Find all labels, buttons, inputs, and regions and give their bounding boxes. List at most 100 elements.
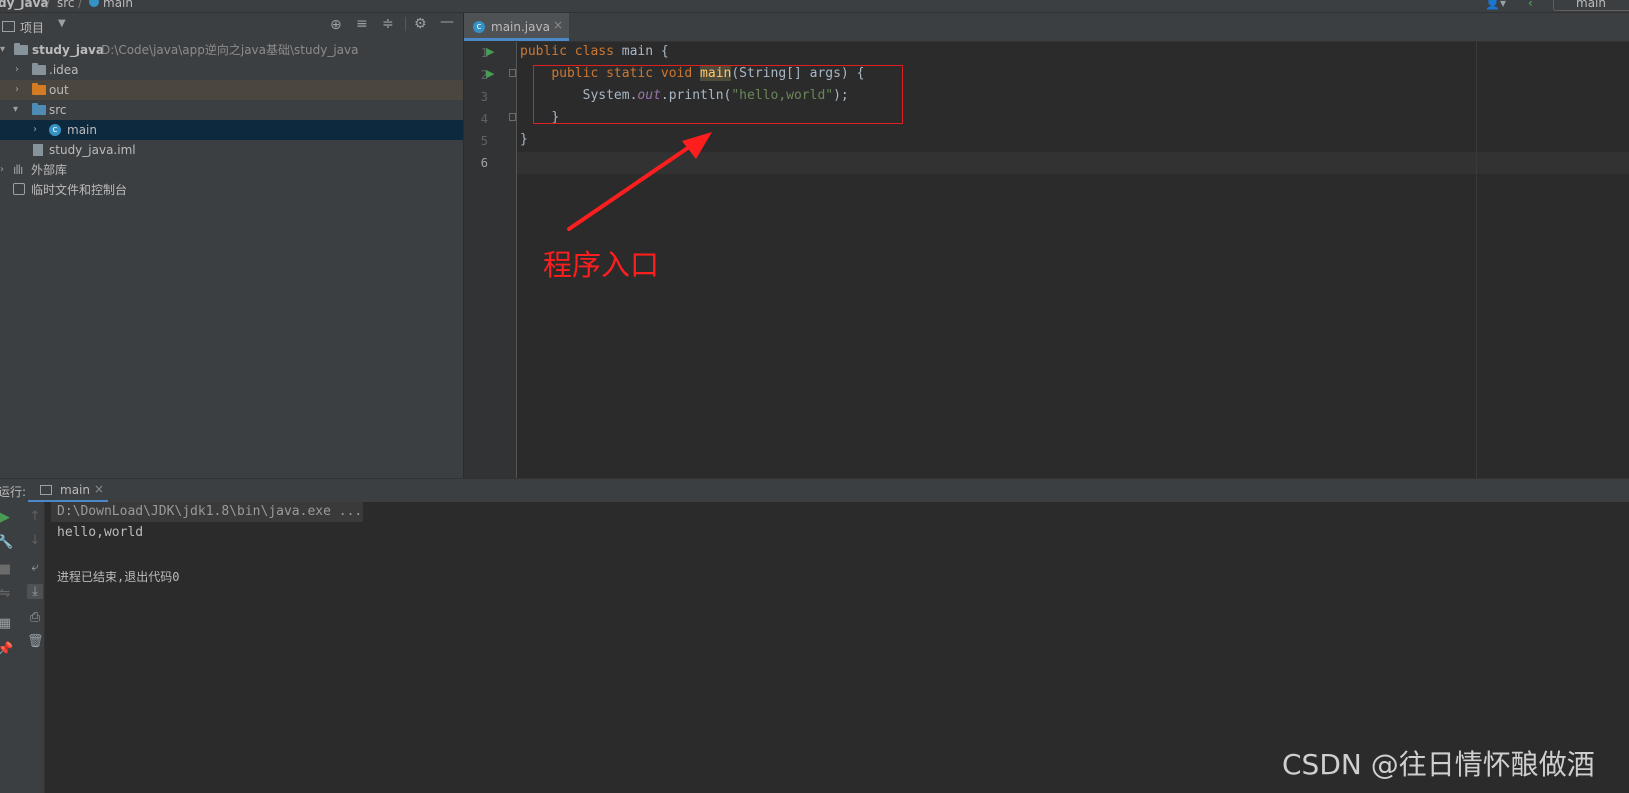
locate-icon[interactable]: ⊕ [330, 17, 342, 33]
run-panel-prefix: 运行: [0, 485, 27, 499]
chevron-down-icon[interactable]: ▾ [13, 100, 18, 120]
back-arrow-icon[interactable]: ‹ [1528, 0, 1533, 10]
run-tab-label: main [60, 483, 90, 497]
tab-main-java[interactable]: c main.java × [464, 13, 569, 41]
annotation-highlight-box [533, 65, 903, 124]
excluded-folder-icon [32, 83, 46, 95]
class-icon: c [49, 124, 61, 136]
chevron-right-icon[interactable]: › [15, 60, 19, 80]
folder-icon [32, 63, 46, 75]
project-folder-icon [14, 43, 28, 55]
line-number: 6 [480, 156, 488, 170]
tree-item-src[interactable]: ▾ src [0, 100, 463, 120]
line-number: 5 [480, 134, 488, 148]
breadcrumb-project[interactable]: dy_java [0, 0, 49, 10]
code-line-1: public class main { [520, 44, 669, 59]
class-icon: c [473, 21, 485, 33]
tree-item-label: out [49, 83, 69, 97]
tree-item-label: 外部库 [31, 163, 68, 177]
tree-item-project[interactable]: ▾ study_java D:\Code\java\app逆向之java基础\s… [0, 40, 463, 60]
library-icon: ıllı [13, 163, 23, 177]
project-panel-title[interactable]: 项目 [20, 19, 44, 36]
class-icon [89, 0, 99, 7]
line-number: 3 [480, 90, 488, 104]
tree-item-label: study_java [32, 43, 104, 57]
chevron-down-icon[interactable]: ▾ [0, 40, 5, 60]
tree-item-scratches[interactable]: 临时文件和控制台 [0, 180, 463, 200]
close-icon[interactable]: × [553, 18, 563, 32]
chevron-down-icon[interactable]: ▼ [58, 18, 66, 29]
gear-icon[interactable]: ⚙ [414, 16, 427, 32]
stop-icon[interactable]: ■ [0, 562, 13, 577]
run-left-toolbar: ▶ 🔧 ■ ⇋ ▦ 📌 [0, 502, 24, 793]
navigation-bar: dy_java / src / main 👤▾ ‹ main [0, 0, 1629, 13]
scratch-icon [13, 183, 25, 195]
toolbar-divider [405, 17, 406, 31]
code-line-5: } [520, 132, 528, 147]
tree-item-external-libraries[interactable]: › ıllı 外部库 [0, 160, 463, 180]
rerun-icon[interactable]: ▶ [0, 510, 13, 525]
console-line: 进程已结束,退出代码0 [57, 570, 180, 584]
brace: } [520, 132, 528, 147]
fold-icon[interactable] [509, 69, 516, 77]
console-icon [40, 485, 52, 495]
tree-item-label: .idea [49, 63, 79, 77]
class-name: main [621, 44, 654, 59]
chevron-right-icon[interactable]: › [0, 160, 4, 180]
editor-tab-bar: c main.java × [464, 13, 1629, 42]
annotation-arrow [567, 132, 712, 231]
annotation-label: 程序入口 [543, 248, 660, 282]
line-number: 1 [480, 46, 488, 60]
breadcrumb-separator: / [78, 0, 83, 10]
right-margin-guide [1476, 42, 1477, 478]
line-number: 4 [480, 112, 488, 126]
pin-icon[interactable]: 📌 [0, 642, 13, 657]
run-gutter-icon[interactable]: ▶ [486, 67, 494, 80]
wrench-icon[interactable]: 🔧 [0, 535, 13, 550]
breadcrumb-main[interactable]: main [103, 0, 133, 10]
tree-item-iml[interactable]: study_java.iml [0, 140, 463, 160]
run-tab-main[interactable]: main × [28, 479, 108, 503]
scroll-to-end-icon[interactable]: ⤓ [27, 584, 43, 599]
layout-icon[interactable]: ▦ [0, 616, 13, 631]
code-editor[interactable]: 1 2 3 4 5 6 ▶ ▶ public class main { publ… [464, 42, 1629, 478]
tree-item-path: D:\Code\java\app逆向之java基础\study_java [101, 43, 359, 57]
soft-wrap-icon[interactable]: ⤶ [27, 560, 43, 575]
collapse-all-icon[interactable]: ≑ [382, 16, 394, 32]
tree-item-out[interactable]: › out [0, 80, 463, 100]
editor-gutter: 1 2 3 4 5 6 ▶ ▶ [464, 42, 517, 478]
line-number: 2 [480, 68, 488, 82]
brace: { [660, 44, 669, 59]
minimize-icon[interactable]: — [440, 14, 454, 30]
fold-icon[interactable] [509, 113, 516, 121]
run-gutter-icon[interactable]: ▶ [486, 45, 494, 58]
tree-item-label: src [49, 103, 67, 117]
close-icon[interactable]: × [94, 482, 104, 496]
tree-item-label: study_java.iml [49, 143, 136, 157]
arrow-down-icon[interactable]: ↓ [27, 533, 43, 548]
tree-item-main[interactable]: › c main [0, 120, 463, 140]
breadcrumb-separator: / [46, 0, 51, 10]
tab-label: main.java [491, 20, 550, 34]
run-console-toolbar: ↑ ↓ ⤶ ⤓ ⎙ 🗑 [24, 502, 45, 793]
chevron-right-icon[interactable]: › [33, 120, 37, 140]
breadcrumb-src[interactable]: src [57, 0, 75, 10]
keyword: public [520, 44, 567, 59]
tree-item-label: main [67, 123, 97, 137]
print-icon[interactable]: ⎙ [27, 610, 43, 625]
arrow-up-icon[interactable]: ↑ [27, 509, 43, 524]
run-panel-header: 运行: main × [0, 478, 1629, 503]
tree-item-label: 临时文件和控制台 [31, 183, 128, 197]
source-folder-icon [32, 103, 46, 115]
trash-icon[interactable]: 🗑 [27, 634, 44, 649]
tree-item-idea[interactable]: › .idea [0, 60, 463, 80]
restore-layout-icon[interactable]: ⇋ [0, 586, 13, 601]
expand-all-icon[interactable]: ≡ [356, 16, 368, 32]
user-icon[interactable]: 👤▾ [1485, 0, 1506, 10]
project-panel: 项目 ▼ ⊕ ≡ ≑ ⚙ — ▾ study_java D:\Code\java… [0, 13, 464, 478]
console-line: hello,world [57, 525, 144, 540]
keyword: class [574, 44, 614, 59]
chevron-right-icon[interactable]: › [15, 80, 19, 100]
project-view-icon [2, 21, 15, 32]
run-config-label: main [1576, 0, 1606, 10]
